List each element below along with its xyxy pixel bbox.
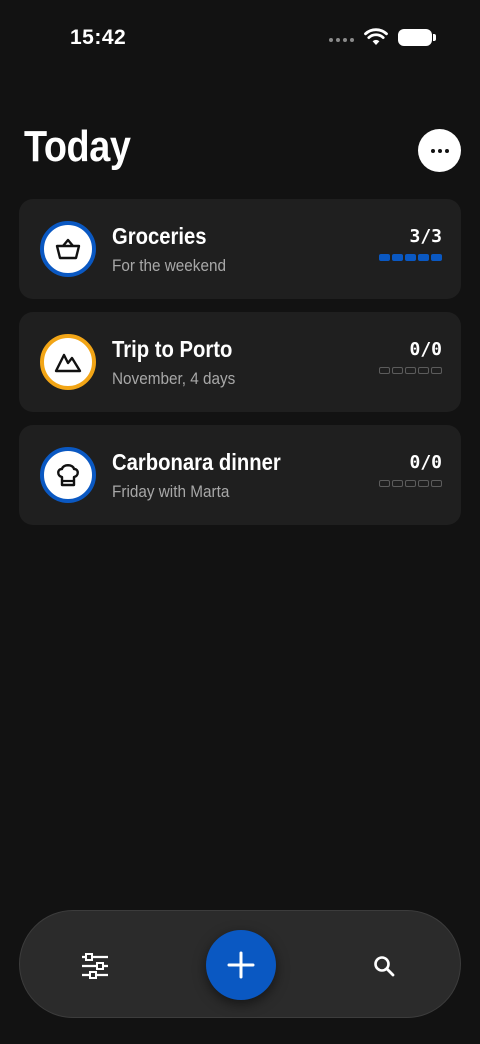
progress-segment: [379, 254, 390, 261]
progress-segment: [392, 480, 403, 487]
basket-icon-svg: [55, 238, 81, 260]
plus-icon: [227, 951, 255, 979]
list-progress: [379, 254, 442, 261]
list-count: 0/0: [409, 339, 442, 360]
progress-segment: [431, 367, 442, 374]
battery-icon: [398, 28, 436, 46]
search-icon: [374, 956, 395, 977]
progress-segment: [379, 367, 390, 374]
progress-segment: [431, 254, 442, 261]
filter-button[interactable]: [78, 949, 112, 983]
list-progress: [379, 480, 442, 487]
list-card-trip-to-porto[interactable]: Trip to Porto November, 4 days 0/0: [19, 312, 461, 412]
list-card-groceries[interactable]: Groceries For the weekend 3/3: [19, 199, 461, 299]
more-options-button[interactable]: [418, 129, 461, 172]
chef-hat-icon-svg: [57, 464, 79, 487]
list-count: 0/0: [409, 452, 442, 473]
list-title: Trip to Porto: [112, 336, 233, 362]
status-bar: 15:42: [0, 0, 480, 80]
page-title: Today: [24, 122, 131, 171]
status-icons: [329, 28, 436, 46]
more-dot-icon: [444, 148, 449, 153]
progress-segment: [392, 367, 403, 374]
list-title: Carbonara dinner: [112, 449, 281, 475]
list-subtitle: For the weekend: [112, 256, 226, 275]
add-list-button[interactable]: [206, 930, 276, 1000]
list-title: Groceries: [112, 223, 207, 249]
more-dot-icon: [430, 148, 435, 153]
list-card-carbonara-dinner[interactable]: Carbonara dinner Friday with Marta 0/0: [19, 425, 461, 525]
sliders-icon: [82, 953, 108, 979]
chef-hat-icon: [40, 447, 96, 503]
progress-segment: [392, 254, 403, 261]
progress-segment: [405, 367, 416, 374]
progress-segment: [431, 480, 442, 487]
progress-segment: [418, 367, 429, 374]
cellular-signal-icon: [329, 32, 354, 42]
list-count: 3/3: [409, 226, 442, 247]
list-progress: [379, 367, 442, 374]
more-dot-icon: [437, 148, 442, 153]
progress-segment: [418, 254, 429, 261]
progress-segment: [405, 480, 416, 487]
progress-segment: [405, 254, 416, 261]
mountain-icon: [40, 334, 96, 390]
status-time: 15:42: [70, 26, 127, 49]
lists-container: Groceries For the weekend 3/3 Trip to Po…: [19, 199, 461, 538]
bottom-toolbar: [19, 910, 461, 1018]
list-subtitle: Friday with Marta: [112, 482, 230, 501]
mountain-icon-svg: [54, 353, 82, 373]
search-button[interactable]: [367, 949, 401, 983]
basket-icon: [40, 221, 96, 277]
wifi-icon: [364, 28, 388, 45]
progress-segment: [379, 480, 390, 487]
list-subtitle: November, 4 days: [112, 369, 236, 388]
progress-segment: [418, 480, 429, 487]
